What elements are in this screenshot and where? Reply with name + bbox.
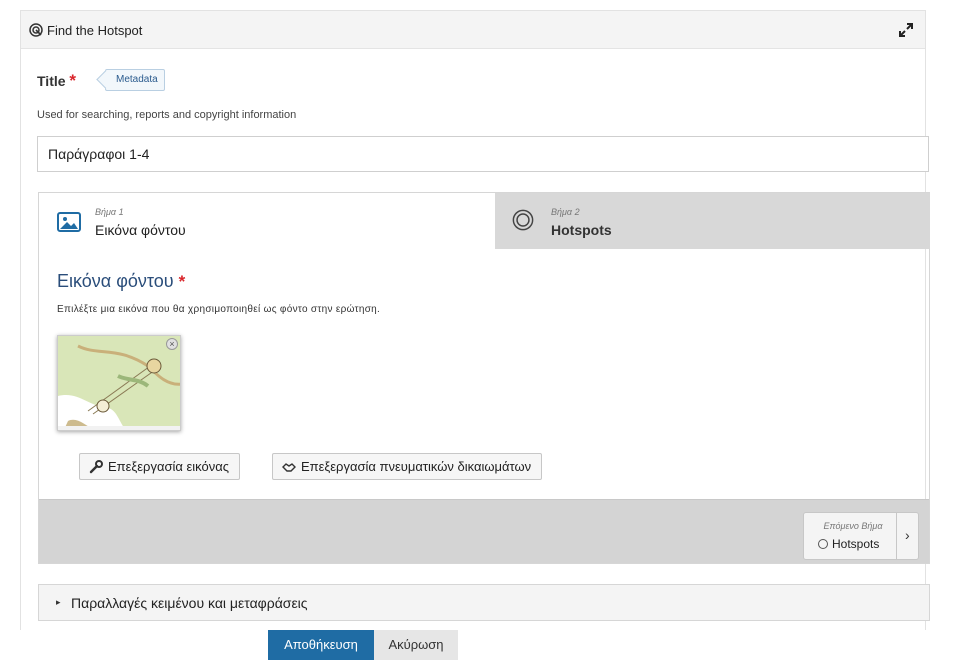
panel-header: Find the Hotspot — [21, 11, 925, 49]
remove-image-button[interactable]: × — [166, 338, 178, 350]
tab-name: Hotspots — [551, 222, 612, 238]
wizard-footer: Επόμενο Βήμα Hotspots › — [39, 499, 929, 563]
text-overrides-accordion[interactable]: ▸ Παραλλαγές κειμένου και μεταφράσεις — [38, 584, 930, 621]
required-marker: * — [69, 71, 77, 90]
hotspot-icon — [29, 23, 43, 37]
title-input[interactable] — [37, 136, 929, 172]
cancel-button[interactable]: Ακύρωση — [374, 630, 458, 660]
tab-step-label: Βήμα 2 — [551, 207, 580, 217]
title-description: Used for searching, reports and copyrigh… — [37, 109, 297, 121]
next-step-label: Επόμενο Βήμα — [823, 521, 883, 531]
section-title-text: Εικόνα φόντου — [57, 271, 174, 291]
required-marker: * — [178, 272, 186, 291]
section-title: Εικόνα φόντου * — [57, 271, 185, 292]
next-step-button[interactable]: Επόμενο Βήμα Hotspots › — [803, 512, 919, 560]
expand-icon[interactable] — [897, 21, 915, 39]
title-label-text: Title — [37, 73, 66, 89]
tab-hotspots[interactable]: Βήμα 2 Hotspots — [495, 193, 930, 249]
image-icon — [57, 212, 81, 232]
wizard: Βήμα 1 Εικόνα φόντου Βήμα 2 Hotspots Εικ… — [38, 192, 930, 564]
handshake-icon — [282, 463, 296, 472]
chevron-right-icon: › — [905, 527, 910, 543]
tab-step-label: Βήμα 1 — [95, 207, 124, 217]
target-icon — [512, 209, 534, 231]
target-icon — [818, 539, 828, 549]
accordion-label: Παραλλαγές κειμένου και μεταφράσεις — [71, 595, 308, 611]
next-step-name-text: Hotspots — [832, 537, 880, 551]
divider — [896, 513, 897, 559]
edit-copyright-label: Επεξεργασία πνευματικών δικαιωμάτων — [301, 459, 532, 474]
title-field-label: Title * — [37, 71, 76, 91]
edit-image-label: Επεξεργασία εικόνας — [108, 459, 230, 474]
save-button[interactable]: Αποθήκευση — [268, 630, 374, 660]
panel-title: Find the Hotspot — [47, 23, 143, 38]
tab-background-image[interactable]: Βήμα 1 Εικόνα φόντου — [39, 193, 495, 249]
background-image-thumbnail[interactable] — [57, 335, 181, 431]
section-description: Επιλέξτε μια εικόνα που θα χρησιμοποιηθε… — [57, 304, 381, 315]
editor-panel: Find the Hotspot Title * Metadata Used f… — [20, 10, 930, 630]
map-image — [58, 336, 180, 430]
edit-image-button[interactable]: Επεξεργασία εικόνας — [79, 453, 241, 480]
next-step-name: Hotspots — [818, 537, 879, 551]
wrench-icon — [89, 460, 103, 474]
edit-copyright-button[interactable]: Επεξεργασία πνευματικών δικαιωμάτων — [272, 453, 543, 480]
metadata-button[interactable]: Metadata — [105, 69, 165, 91]
caret-right-icon: ▸ — [56, 597, 61, 607]
tab-name: Εικόνα φόντου — [95, 222, 186, 238]
